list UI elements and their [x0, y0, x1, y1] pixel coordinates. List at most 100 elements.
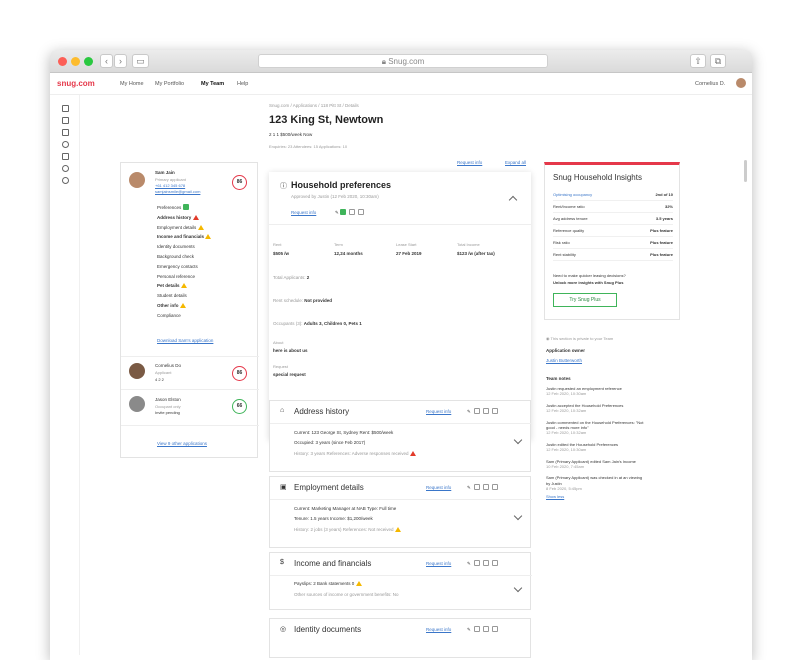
chevron-down-icon[interactable]	[513, 583, 523, 593]
approve-icon[interactable]	[473, 560, 480, 566]
chevron-down-icon[interactable]	[513, 435, 523, 445]
request-info-link[interactable]: Request info	[426, 627, 451, 632]
search-icon[interactable]	[62, 141, 69, 148]
reject-icon[interactable]	[482, 408, 489, 414]
check-icon	[182, 204, 189, 210]
request-info-link[interactable]: Request info	[426, 485, 451, 490]
view-other-applications-link[interactable]: View 9 other applications	[157, 441, 207, 446]
nav-my-portfolio[interactable]: My Portfolio	[155, 81, 184, 87]
warning-icon	[205, 234, 212, 240]
gear-icon[interactable]	[62, 177, 69, 184]
check-identity[interactable]: Identity documents	[157, 242, 211, 252]
property-stats: Enquiries: 23 Attendees: 15 Applications…	[269, 144, 348, 149]
divider	[269, 224, 531, 225]
insight-label: Rent/Income ratio	[553, 204, 585, 209]
request-info-link[interactable]: Request info	[426, 409, 451, 414]
applicant-phone[interactable]: +61 412 345 678	[155, 183, 185, 188]
comment-icon[interactable]	[491, 408, 498, 414]
show-less-link[interactable]: Show less	[546, 494, 646, 499]
section-title: Address history	[294, 407, 350, 416]
reject-icon[interactable]	[349, 209, 356, 215]
note-item: Justin requested an employment reference…	[546, 386, 622, 397]
house-icon: ⌂	[280, 407, 285, 414]
note-item: Justin accepted the Household Preference…	[546, 402, 624, 414]
check-emergency[interactable]: Emergency contacts	[157, 262, 211, 272]
back-button[interactable]: ‹	[100, 54, 113, 68]
request-info-link[interactable]: Request info	[426, 561, 451, 566]
property-features: 2 1 1 $500/week Now	[269, 132, 313, 137]
chevron-up-icon[interactable]	[508, 195, 518, 205]
scrollbar[interactable]	[744, 160, 747, 182]
income-payslips: Payslips: 2 Bank statements 0	[294, 581, 362, 586]
comment-icon[interactable]	[491, 484, 498, 490]
mail-icon[interactable]	[62, 117, 69, 124]
nav-my-home[interactable]: My Home	[120, 81, 144, 87]
expand-all-link[interactable]: Expand all	[505, 160, 526, 165]
rent-label: Rent	[273, 242, 282, 247]
nav-my-team[interactable]: My Team	[201, 81, 224, 87]
check-income[interactable]: Income and financials	[157, 232, 212, 242]
team-notes: Justin requested an employment reference…	[546, 386, 646, 499]
income-card: $ Income and financials Request info ✎ P…	[269, 552, 532, 610]
insight-label[interactable]: Optimising occupancy	[553, 192, 592, 197]
snug-logo[interactable]: snug.com	[57, 79, 95, 88]
checklist: Preferences Address history Employment d…	[157, 203, 212, 321]
owner-select[interactable]: Justin Butterworth	[546, 358, 582, 363]
reject-icon[interactable]	[482, 626, 489, 632]
url-bar[interactable]: 🔒︎ Snug.com	[258, 54, 548, 68]
chart-icon[interactable]	[62, 165, 69, 172]
forward-button[interactable]: ›	[114, 54, 127, 68]
share-icon[interactable]: ⇧	[690, 54, 706, 68]
check-reference[interactable]: Personal reference	[157, 272, 211, 282]
reject-icon[interactable]	[482, 484, 489, 490]
check-other[interactable]: Other info	[157, 301, 211, 311]
comment-icon[interactable]	[358, 209, 365, 215]
address-history: History: 3 years References: Adverse res…	[294, 451, 416, 456]
request-info-link[interactable]: Request info	[457, 160, 482, 165]
approve-icon[interactable]	[473, 626, 480, 632]
request-info-link[interactable]: Request info	[291, 210, 316, 215]
close-dot[interactable]	[58, 57, 67, 66]
breadcrumb[interactable]: Snug.com / Applications / 118 Pitt St / …	[269, 103, 359, 108]
minimize-dot[interactable]	[71, 57, 80, 66]
dashboard-icon[interactable]	[62, 105, 69, 112]
check-preferences[interactable]: Preferences	[157, 203, 211, 213]
check-background[interactable]: Background check	[157, 252, 211, 262]
avatar	[129, 172, 145, 188]
tabs-icon[interactable]: ⧉	[710, 54, 726, 68]
comment-icon[interactable]	[491, 560, 498, 566]
browser-window: ‹ › ▭ 🔒︎ Snug.com ⇧ ⧉ snug.com My Home M…	[50, 50, 752, 660]
user-name[interactable]: Cornelius D.	[695, 81, 725, 87]
insights-table: Optimising occupancy 2nd of 10 Rent/Incom…	[553, 189, 673, 261]
avatar[interactable]	[736, 78, 746, 88]
pencil-icon: ✎	[467, 627, 471, 632]
sidebar-icon[interactable]: ▭	[132, 54, 149, 68]
approve-icon[interactable]	[473, 408, 480, 414]
approve-icon[interactable]	[473, 484, 480, 490]
try-snug-plus-button[interactable]: Try Snug Plus	[553, 293, 617, 307]
approve-icon[interactable]	[340, 209, 347, 215]
reject-icon[interactable]	[482, 560, 489, 566]
check-student[interactable]: Student details	[157, 291, 211, 301]
comment-icon[interactable]	[491, 626, 498, 632]
check-address[interactable]: Address history	[157, 213, 211, 223]
check-employment[interactable]: Employment details	[157, 223, 211, 233]
maximize-dot[interactable]	[84, 57, 93, 66]
address-history-card: ⌂ Address history Request info ✎ Current…	[269, 400, 532, 472]
calendar-icon[interactable]	[62, 129, 69, 136]
people-icon[interactable]	[62, 153, 69, 160]
applicant-role: Occupant only	[155, 404, 181, 409]
check-pets[interactable]: Pet details	[157, 281, 211, 291]
check-compliance[interactable]: Compliance	[157, 311, 211, 321]
note-item: Sam (Primary Applicant) was checked in a…	[546, 475, 643, 492]
note-item: Sam (Primary Applicant) edited Sam Jain'…	[546, 458, 636, 470]
cta-text: Need to make quicker leasing decisions?	[553, 273, 626, 278]
download-application-link[interactable]: Download Sam's application	[157, 338, 213, 343]
insight-value: Plus feature	[650, 228, 673, 233]
chevron-down-icon[interactable]	[513, 511, 523, 521]
applicant-email[interactable]: samjainsmile@gmail.com	[155, 189, 200, 194]
pencil-icon: ✎	[467, 409, 471, 414]
section-title: Household preferences	[291, 180, 392, 190]
nav-help[interactable]: Help	[237, 81, 248, 87]
identity-card: ◎ Identity documents Request info ✎	[269, 618, 531, 658]
